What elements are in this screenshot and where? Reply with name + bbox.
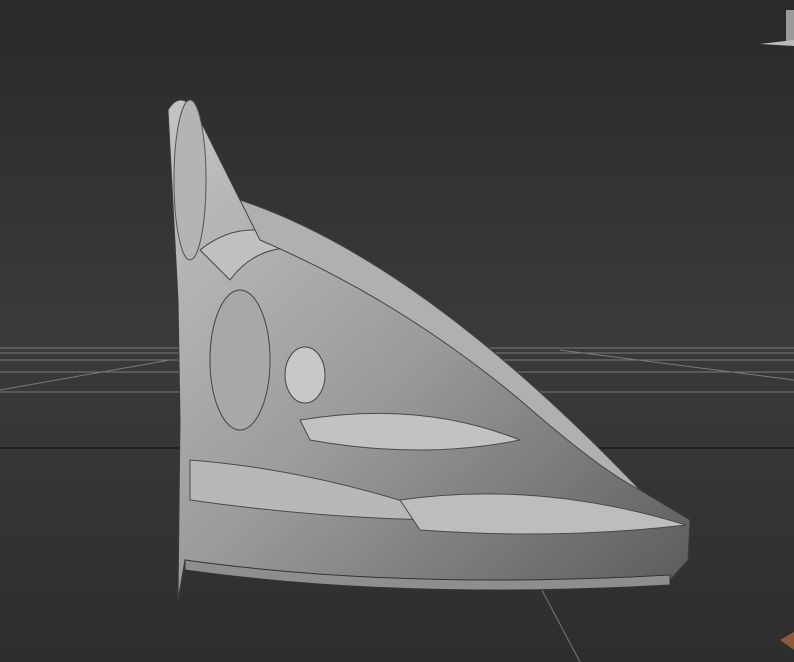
- 3d-viewport[interactable]: [0, 0, 794, 662]
- view-gizmo[interactable]: [760, 10, 794, 46]
- viewport-scene: [0, 10, 794, 662]
- axis-tripod-fragment: [780, 632, 794, 650]
- feather-sculpture-model[interactable]: [167, 99, 691, 601]
